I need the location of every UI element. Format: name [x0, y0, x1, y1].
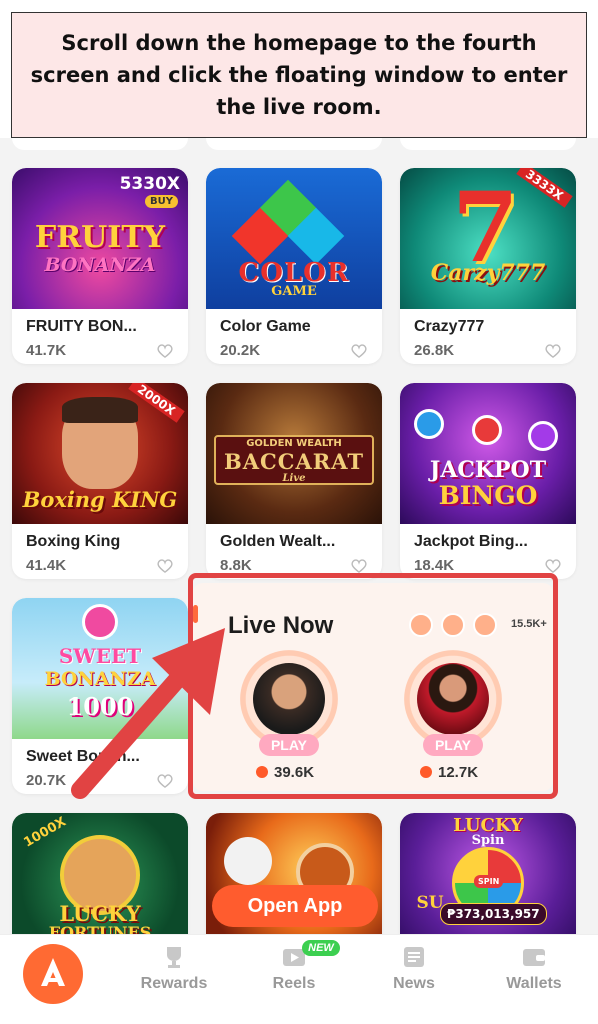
- game-title: Jackpot Bing...: [414, 533, 528, 550]
- tab-label: Wallets: [506, 975, 562, 992]
- game-thumbnail: 5330X BUY FRUITY BONANZA: [12, 168, 188, 309]
- game-thumbnail: GOLDEN WEALTH BACCARAT Live: [206, 383, 382, 524]
- game-play-count: 26.8K: [414, 342, 455, 359]
- home-logo-icon: [41, 958, 65, 986]
- game-play-count: 41.4K: [26, 557, 67, 574]
- game-thumbnail: 2000X Boxing KING: [12, 383, 188, 524]
- game-title: FRUITY BON...: [26, 318, 137, 335]
- game-title: Color Game: [220, 318, 311, 335]
- heart-icon[interactable]: [156, 344, 174, 358]
- wallet-icon: [523, 949, 545, 966]
- game-card-crazy777[interactable]: 3333X 7 Carzy777 Crazy777 26.8K: [400, 168, 576, 364]
- game-thumbnail: 1000X LUCKY FORTUNES: [12, 813, 188, 934]
- heart-icon[interactable]: [156, 559, 174, 573]
- game-play-count: 8.8K: [220, 557, 252, 574]
- tab-label: News: [393, 975, 435, 992]
- heart-icon[interactable]: [544, 344, 562, 358]
- tab-wallets[interactable]: Wallets: [474, 935, 594, 1024]
- tab-rewards[interactable]: Rewards: [114, 935, 234, 1024]
- previous-row-edge: [0, 138, 598, 150]
- game-card-jackpot-bingo[interactable]: JACKPOT BINGO Jackpot Bing... 18.4K: [400, 383, 576, 579]
- heart-icon[interactable]: [544, 559, 562, 573]
- pointer-arrow-icon: [71, 628, 225, 799]
- tab-news[interactable]: News: [354, 935, 474, 1024]
- heart-icon[interactable]: [350, 344, 368, 358]
- game-title: Crazy777: [414, 318, 485, 335]
- game-play-count: 20.2K: [220, 342, 261, 359]
- tab-label: Rewards: [140, 975, 208, 992]
- heart-icon[interactable]: [350, 559, 368, 573]
- game-card-lucky-spin[interactable]: LUCKY Spin SPIN SU ₱373,013,957: [400, 813, 576, 934]
- tab-reels[interactable]: NEW Reels: [234, 935, 354, 1024]
- game-card-fruity-bonanza[interactable]: 5330X BUY FRUITY BONANZA FRUITY BON... 4…: [12, 168, 188, 364]
- game-thumbnail: COLOR GAME: [206, 168, 382, 309]
- home-tab-button[interactable]: [23, 944, 83, 1004]
- game-play-count: 18.4K: [414, 557, 455, 574]
- game-thumbnail: LUCKY Spin SPIN SU ₱373,013,957: [400, 813, 576, 934]
- game-title: Boxing King: [26, 533, 121, 550]
- game-card-color-game[interactable]: COLOR GAME Color Game 20.2K: [206, 168, 382, 364]
- game-card-lucky-fortunes[interactable]: 1000X LUCKY FORTUNES: [12, 813, 188, 934]
- game-play-count: 41.7K: [26, 342, 67, 359]
- game-title: Golden Wealt...: [220, 533, 336, 550]
- news-icon: [404, 947, 424, 967]
- trophy-icon: [167, 947, 181, 968]
- game-card-golden-wealth[interactable]: GOLDEN WEALTH BACCARAT Live Golden Wealt…: [206, 383, 382, 579]
- game-card-boxing-king[interactable]: 2000X Boxing KING Boxing King 41.4K: [12, 383, 188, 579]
- instruction-banner: Scroll down the homepage to the fourth s…: [11, 12, 587, 138]
- game-thumbnail: JACKPOT BINGO: [400, 383, 576, 524]
- bottom-tab-bar: Rewards NEW Reels News Wallets: [0, 934, 598, 1024]
- game-feed[interactable]: 5330X BUY FRUITY BONANZA FRUITY BON... 4…: [0, 138, 598, 934]
- new-badge: NEW: [302, 940, 340, 956]
- open-app-button[interactable]: Open App: [212, 885, 378, 927]
- game-thumbnail: 3333X 7 Carzy777: [400, 168, 576, 309]
- tab-label: Reels: [272, 975, 316, 992]
